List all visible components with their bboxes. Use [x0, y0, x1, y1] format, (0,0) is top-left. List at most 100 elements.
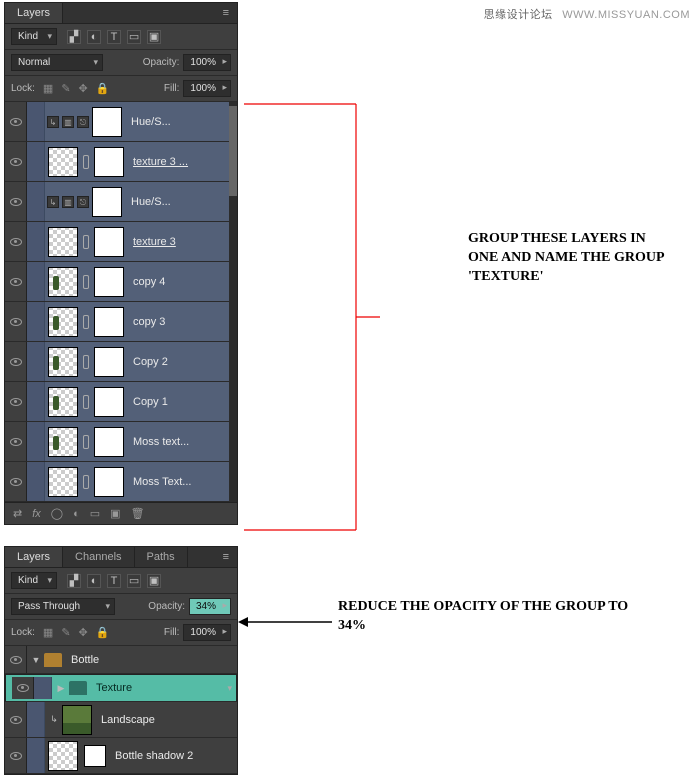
layer-row[interactable]: copy 4 [5, 262, 237, 302]
layer-row[interactable]: copy 3 [5, 302, 237, 342]
filter-type-icon-b[interactable]: T [107, 574, 121, 588]
layer-thumbnail[interactable] [48, 307, 78, 337]
visibility-toggle[interactable] [5, 422, 27, 461]
layer-row[interactable]: ↳▥⎋Hue/S... [5, 102, 237, 142]
filter-pixel-icon[interactable]: ▞ [67, 30, 81, 44]
fill-input[interactable]: 100% [183, 80, 231, 97]
scrollbar-thumb[interactable] [229, 106, 237, 196]
filter-adjustment-icon[interactable]: ◐ [87, 30, 101, 44]
mask-thumbnail[interactable] [92, 187, 122, 217]
layer-name[interactable]: Moss text... [133, 436, 237, 448]
layer-name[interactable]: Landscape [101, 714, 237, 726]
visibility-toggle[interactable] [5, 462, 27, 501]
fx-icon[interactable]: fx [32, 508, 41, 520]
layer-row[interactable]: Moss Text... [5, 462, 237, 502]
mask-thumbnail[interactable] [94, 467, 124, 497]
lock-position-icon[interactable]: ✥ [79, 82, 88, 95]
visibility-toggle[interactable] [5, 302, 27, 341]
layer-row[interactable]: Moss text... [5, 422, 237, 462]
mask-thumbnail[interactable] [94, 347, 124, 377]
filter-kind-select-b[interactable]: Kind [11, 572, 57, 589]
layer-group-texture[interactable]: ▶ Texture [5, 674, 237, 702]
visibility-toggle[interactable] [5, 102, 27, 141]
layer-name[interactable]: Moss Text... [133, 476, 237, 488]
visibility-toggle[interactable] [5, 382, 27, 421]
layer-bottle-shadow[interactable]: Bottle shadow 2 [5, 738, 237, 774]
opacity-input-b[interactable]: 34% [189, 598, 231, 615]
tab-layers[interactable]: Layers [5, 3, 63, 23]
link-icon[interactable] [83, 475, 89, 489]
filter-shape-icon-b[interactable]: ▭ [127, 574, 141, 588]
visibility-toggle[interactable] [5, 262, 27, 301]
filter-smart-icon[interactable]: ▣ [147, 30, 161, 44]
mask-icon[interactable]: ◯ [51, 507, 63, 520]
link-icon[interactable] [83, 435, 89, 449]
opacity-input[interactable]: 100% [183, 54, 231, 71]
fill-input-b[interactable]: 100% [183, 624, 231, 641]
lock-all-icon-b[interactable]: 🔒 [96, 626, 110, 639]
blend-mode-select-b[interactable]: Pass Through [11, 598, 115, 615]
mask-thumbnail[interactable] [94, 427, 124, 457]
mask-thumbnail[interactable] [92, 107, 122, 137]
lock-position-icon-b[interactable]: ✥ [79, 626, 88, 639]
layer-name[interactable]: copy 3 [133, 316, 237, 328]
lock-paint-icon-b[interactable]: ✎ [61, 626, 70, 639]
layer-thumbnail[interactable] [62, 705, 92, 735]
layer-name[interactable]: copy 4 [133, 276, 237, 288]
layer-name[interactable]: Hue/S... [131, 116, 237, 128]
layer-thumbnail[interactable] [48, 147, 78, 177]
visibility-toggle[interactable] [5, 222, 27, 261]
layer-landscape[interactable]: ↳ Landscape [5, 702, 237, 738]
layer-name[interactable]: Texture [96, 682, 218, 694]
layer-thumbnail[interactable] [48, 467, 78, 497]
filter-pixel-icon-b[interactable]: ▞ [67, 574, 81, 588]
twirl-right-icon[interactable]: ▶ [56, 683, 66, 694]
delete-layer-icon[interactable]: 🗑 [131, 507, 145, 520]
layer-row[interactable]: Copy 1 [5, 382, 237, 422]
layer-name[interactable]: texture 3 ... [133, 156, 237, 168]
panel-menu-icon[interactable]: ≡ [215, 3, 237, 23]
layer-name[interactable]: texture 3 [133, 236, 237, 248]
link-icon[interactable] [83, 315, 89, 329]
link-icon[interactable] [83, 355, 89, 369]
group-icon[interactable]: ▭ [90, 507, 100, 520]
layer-row[interactable]: Copy 2 [5, 342, 237, 382]
new-layer-icon[interactable]: ▣ [110, 507, 120, 520]
layer-thumbnail[interactable] [48, 741, 78, 771]
visibility-toggle[interactable] [5, 142, 27, 181]
lock-transparency-icon-b[interactable]: ▦ [43, 626, 53, 639]
adjustment-layer-icon[interactable]: ◐ [73, 508, 80, 520]
filter-adjustment-icon-b[interactable]: ◐ [87, 574, 101, 588]
tab-layers-b[interactable]: Layers [5, 547, 63, 567]
link-layers-icon[interactable]: ⇄ [13, 507, 22, 520]
tab-channels[interactable]: Channels [63, 547, 134, 567]
layer-thumbnail[interactable] [48, 227, 78, 257]
layer-thumbnail[interactable] [48, 267, 78, 297]
layer-row[interactable]: texture 3 ... [5, 142, 237, 182]
tab-paths[interactable]: Paths [135, 547, 188, 567]
layer-name[interactable]: Copy 2 [133, 356, 237, 368]
mask-thumbnail[interactable] [94, 267, 124, 297]
scrollbar[interactable] [229, 102, 237, 502]
layer-name[interactable]: Bottle shadow 2 [115, 750, 237, 762]
twirl-down-icon[interactable]: ▼ [31, 655, 41, 665]
panel-menu-icon-b[interactable]: ≡ [215, 547, 237, 567]
link-icon[interactable] [83, 275, 89, 289]
mask-thumbnail[interactable] [84, 745, 106, 767]
layer-row[interactable]: ↳▥⎋Hue/S... [5, 182, 237, 222]
mask-thumbnail[interactable] [94, 147, 124, 177]
mask-thumbnail[interactable] [94, 387, 124, 417]
visibility-toggle[interactable] [5, 646, 27, 673]
lock-transparency-icon[interactable]: ▦ [43, 82, 53, 95]
visibility-toggle[interactable] [5, 342, 27, 381]
visibility-toggle[interactable] [5, 182, 27, 221]
filter-type-icon[interactable]: T [107, 30, 121, 44]
filter-smart-icon-b[interactable]: ▣ [147, 574, 161, 588]
link-icon[interactable] [83, 155, 89, 169]
visibility-toggle[interactable] [5, 738, 27, 773]
link-icon[interactable] [83, 235, 89, 249]
layer-thumbnail[interactable] [48, 347, 78, 377]
mask-thumbnail[interactable] [94, 307, 124, 337]
layer-name[interactable]: Hue/S... [131, 196, 237, 208]
visibility-toggle[interactable] [12, 677, 34, 699]
